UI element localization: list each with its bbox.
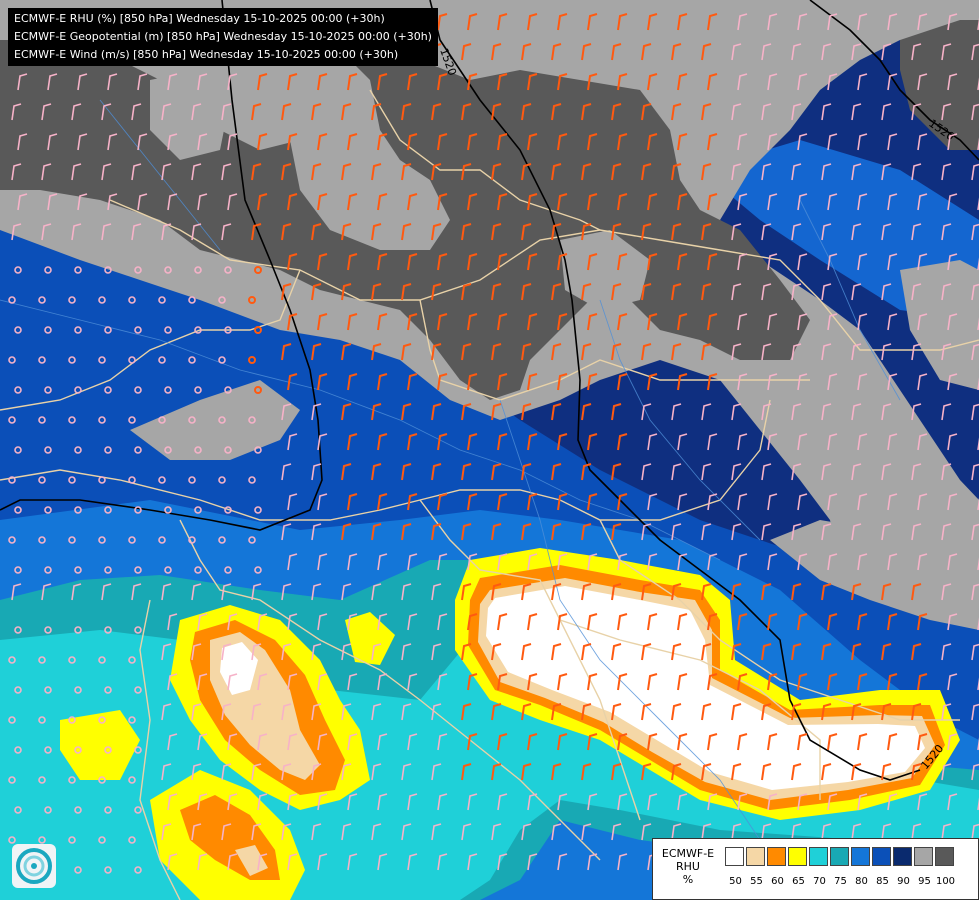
- legend-swatch: [830, 847, 849, 866]
- legend-swatch: [914, 847, 933, 866]
- title-line-rhu: ECMWF-E RHU (%) [850 hPa] Wednesday 15-1…: [14, 12, 385, 25]
- map-title-box: ECMWF-E RHU (%) [850 hPa] Wednesday 15-1…: [8, 8, 438, 66]
- legend-tick: 80: [855, 876, 868, 887]
- legend-swatch: [788, 847, 807, 866]
- legend-swatch: [746, 847, 765, 866]
- legend-swatch: [725, 847, 744, 866]
- weather-map[interactable]: 1520 1520 1520: [0, 0, 979, 900]
- legend-unit: %: [682, 873, 694, 886]
- title-line-wind: ECMWF-E Wind (m/s) [850 hPa] Wednesday 1…: [14, 48, 399, 61]
- title-line-geopotential: ECMWF-E Geopotential (m) [850 hPa] Wedne…: [14, 30, 432, 43]
- map-viewer: 1520 1520 1520 ECMWF-E RHU (%) [850 hPa]…: [0, 0, 979, 900]
- legend-swatch: [872, 847, 891, 866]
- legend-swatch: [893, 847, 912, 866]
- legend-tick: 90: [897, 876, 910, 887]
- legend-tick: 70: [813, 876, 826, 887]
- legend-tick: 95: [918, 876, 931, 887]
- legend-tick: 100: [935, 876, 956, 887]
- swirl-icon: [16, 848, 52, 884]
- legend-label: ECMWF-E RHU %: [657, 847, 719, 886]
- legend-tick: 55: [750, 876, 763, 887]
- legend-tick: 60: [771, 876, 784, 887]
- legend-tick: 85: [876, 876, 889, 887]
- legend-model: ECMWF-E: [661, 847, 715, 860]
- rhu-legend: ECMWF-E RHU % 50 55 60 65 70 75 80 85 90 95 100: [652, 838, 979, 900]
- legend-swatch: [767, 847, 786, 866]
- legend-tick: 65: [792, 876, 805, 887]
- legend-swatch: [851, 847, 870, 866]
- legend-tick: 50: [729, 876, 742, 887]
- ecmwf-logo-icon: [12, 844, 56, 888]
- legend-tick: 75: [834, 876, 847, 887]
- legend-swatch: [809, 847, 828, 866]
- legend-ticks: 50 55 60 65 70 75 80 85 90 95 100: [725, 876, 956, 887]
- legend-swatches: [725, 847, 956, 866]
- legend-swatch: [935, 847, 954, 866]
- legend-variable: RHU: [676, 860, 700, 873]
